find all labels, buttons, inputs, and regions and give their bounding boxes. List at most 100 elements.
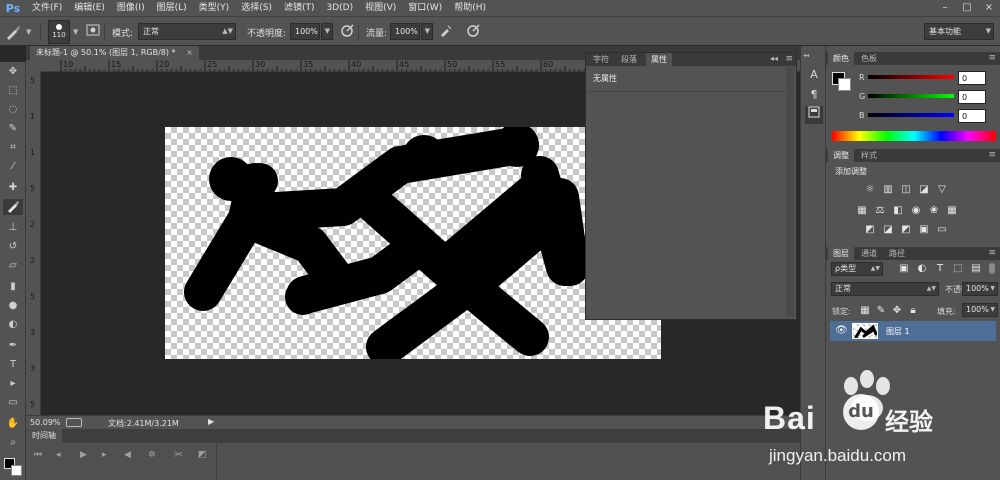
fill-input[interactable]: 100% ▼ — [962, 303, 998, 317]
filter-type-icon[interactable]: T — [934, 263, 946, 275]
brush-panel-toggle-icon[interactable] — [84, 23, 102, 41]
eraser-tool-icon[interactable]: ▱ — [3, 258, 23, 274]
airbrush-icon[interactable] — [437, 23, 455, 41]
move-tool-icon[interactable]: ✥ — [3, 64, 23, 80]
zoom-tool-icon[interactable]: ⌕ — [3, 435, 23, 451]
first-frame-icon[interactable]: ⏮ — [34, 450, 42, 460]
audio-icon[interactable]: ◀ — [124, 450, 131, 460]
menu-3d[interactable]: 3D(D) — [320, 0, 359, 16]
close-tab-icon[interactable]: × — [186, 48, 193, 57]
opacity-dropdown[interactable]: ▼ — [321, 23, 333, 40]
blue-value-input[interactable]: 0 — [958, 109, 986, 123]
close-window-button[interactable]: × — [978, 0, 1000, 16]
menu-edit[interactable]: 编辑(E) — [68, 0, 111, 16]
panel-menu-icon[interactable]: ≡ — [785, 54, 793, 64]
green-slider[interactable] — [868, 94, 954, 98]
play-icon[interactable]: ▶ — [80, 450, 87, 460]
vibrance-icon[interactable]: ▽ — [936, 184, 948, 196]
channel-mixer-icon[interactable]: ❀ — [928, 205, 940, 217]
color-lookup-icon[interactable]: ▦ — [946, 205, 958, 217]
flow-dropdown[interactable]: ▼ — [421, 23, 433, 40]
maximize-button[interactable]: □ — [956, 0, 978, 16]
green-value-input[interactable]: 0 — [958, 90, 986, 104]
character-panel-icon[interactable]: A — [805, 66, 823, 84]
black-white-icon[interactable]: ◧ — [892, 205, 904, 217]
tab-paths[interactable]: 路径 — [884, 247, 910, 260]
menu-layer[interactable]: 图层(L) — [151, 0, 193, 16]
clone-stamp-tool-icon[interactable]: ⊥ — [3, 220, 23, 236]
tab-styles[interactable]: 样式 — [856, 149, 882, 162]
background-color-swatch[interactable] — [838, 78, 851, 91]
red-value-input[interactable]: 0 — [958, 71, 986, 85]
previous-frame-icon[interactable]: ◂ — [56, 450, 61, 460]
background-color-swatch[interactable] — [11, 465, 22, 476]
filter-shape-icon[interactable]: ⬚ — [952, 263, 964, 275]
workspace-select[interactable]: 基本功能 ▼ — [924, 23, 994, 40]
panel-menu-icon[interactable]: ≡ — [988, 53, 996, 63]
lasso-tool-icon[interactable]: ◌ — [3, 102, 23, 118]
gradient-map-icon[interactable]: ▭ — [936, 224, 948, 236]
tab-properties[interactable]: 属性 — [646, 53, 672, 66]
lock-image-icon[interactable]: ✎ — [875, 305, 887, 317]
hand-tool-icon[interactable]: ✋ — [3, 416, 23, 432]
curves-icon[interactable]: ◫ — [900, 184, 912, 196]
mode-select[interactable]: 正常 ▲▼ — [138, 23, 236, 40]
menu-type[interactable]: 类型(Y) — [193, 0, 236, 16]
layer-filter-kind-select[interactable]: ρ类型 ▲▼ — [831, 262, 883, 276]
blur-tool-icon[interactable]: ● — [3, 298, 23, 314]
zoom-level[interactable]: 50.09% — [30, 418, 61, 427]
brightness-contrast-icon[interactable]: ☼ — [864, 184, 876, 196]
tab-layers[interactable]: 图层 — [828, 247, 854, 260]
threshold-icon[interactable]: ◩ — [900, 224, 912, 236]
tab-adjustments[interactable]: 调整 — [828, 149, 854, 162]
pressure-opacity-icon[interactable] — [338, 23, 356, 41]
minimize-button[interactable]: – — [934, 0, 956, 16]
panel-menu-icon[interactable]: ≡ — [988, 248, 996, 258]
transition-icon[interactable]: ◩ — [198, 450, 207, 460]
hue-saturation-icon[interactable]: ▦ — [856, 205, 868, 217]
quick-select-tool-icon[interactable]: ✎ — [3, 121, 23, 137]
levels-icon[interactable]: ▥ — [882, 184, 894, 196]
menu-filter[interactable]: 滤镜(T) — [278, 0, 321, 16]
proof-icon[interactable] — [66, 418, 82, 427]
tab-swatches[interactable]: 色板 — [856, 52, 882, 65]
healing-brush-tool-icon[interactable]: ✚ — [3, 180, 23, 196]
layer-row[interactable]: 👁︎ 图层 1 — [830, 321, 996, 341]
filter-pixel-icon[interactable]: ▣ — [898, 263, 910, 275]
document-tab[interactable]: 未标题-1 @ 50.1% (图层 1, RGB/8) * × — [30, 46, 199, 60]
history-brush-tool-icon[interactable]: ↺ — [3, 239, 23, 255]
brush-size-picker[interactable]: 110 — [48, 20, 70, 44]
tab-channels[interactable]: 通道 — [856, 247, 882, 260]
photo-filter-icon[interactable]: ◉ — [910, 205, 922, 217]
pressure-size-icon[interactable] — [464, 23, 482, 41]
menu-view[interactable]: 视图(V) — [359, 0, 402, 16]
next-frame-icon[interactable]: ▸ — [102, 450, 107, 460]
invert-icon[interactable]: ◩ — [864, 224, 876, 236]
tab-character[interactable]: 字符 — [588, 53, 614, 66]
gradient-tool-icon[interactable]: ▮ — [3, 279, 23, 295]
menu-window[interactable]: 窗口(W) — [402, 0, 448, 16]
chevron-down-icon[interactable]: ▼ — [73, 28, 78, 36]
menu-select[interactable]: 选择(S) — [235, 0, 278, 16]
tab-color[interactable]: 颜色 — [828, 52, 854, 65]
color-balance-icon[interactable]: ⚖ — [874, 205, 886, 217]
exposure-icon[interactable]: ◪ — [918, 184, 930, 196]
layer-name[interactable]: 图层 1 — [886, 326, 910, 337]
properties-panel-icon[interactable] — [805, 106, 823, 124]
posterize-icon[interactable]: ◪ — [882, 224, 894, 236]
menu-help[interactable]: 帮助(H) — [448, 0, 492, 16]
tab-timeline[interactable]: 时间轴 — [26, 429, 62, 443]
opacity-input[interactable]: 100% — [290, 23, 320, 40]
visibility-eye-icon[interactable]: 👁︎ — [835, 325, 848, 336]
crop-tool-icon[interactable]: ⌗ — [3, 140, 23, 156]
menu-file[interactable]: 文件(F) — [26, 0, 68, 16]
collapse-icon[interactable]: ◂◂ — [770, 54, 778, 63]
dodge-tool-icon[interactable]: ◐ — [3, 317, 23, 333]
chevron-down-icon[interactable]: ▼ — [26, 28, 31, 36]
selective-color-icon[interactable]: ▣ — [918, 224, 930, 236]
status-menu-arrow-icon[interactable]: ▶ — [208, 417, 214, 426]
split-scissors-icon[interactable]: ✂ — [174, 448, 183, 461]
blend-mode-select[interactable]: 正常 ▲▼ — [831, 282, 939, 296]
properties-scrollbar[interactable] — [786, 67, 794, 317]
layer-opacity-input[interactable]: 100% ▼ — [962, 282, 998, 296]
